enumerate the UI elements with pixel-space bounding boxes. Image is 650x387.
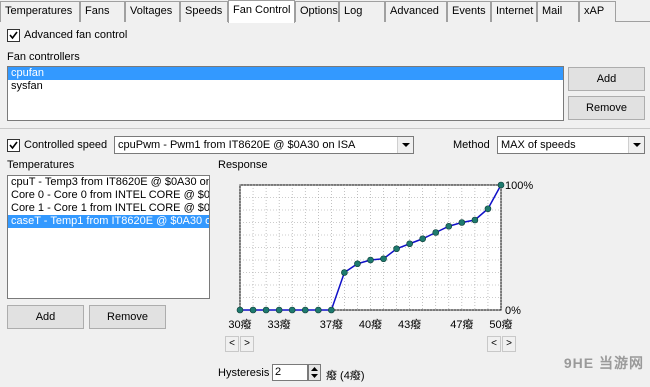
- list-item[interactable]: sysfan: [8, 80, 563, 93]
- fan-controllers-label: Fan controllers: [7, 51, 80, 63]
- x-tick-label: 33癈: [268, 317, 291, 331]
- y-tick-label: 0%: [505, 305, 521, 317]
- data-point: [497, 181, 505, 189]
- fan-controllers-list[interactable]: cpufan sysfan: [7, 66, 564, 121]
- remove-fan-controller-button[interactable]: Remove: [568, 96, 645, 120]
- tab-mail[interactable]: Mail: [537, 1, 579, 22]
- chart-scroll-right-button[interactable]: >: [240, 336, 254, 352]
- chevron-left-icon: <: [229, 338, 235, 349]
- data-point: [458, 219, 466, 226]
- data-point: [419, 235, 426, 243]
- chart-scroll-right-button-right[interactable]: >: [502, 336, 516, 352]
- chevron-down-icon[interactable]: [397, 137, 413, 153]
- x-tick-label: 47癈: [450, 317, 473, 331]
- chevron-left-icon: <: [491, 338, 497, 349]
- tab-fan-control[interactable]: Fan Control: [228, 0, 295, 23]
- watermark: 9HE 当游网: [563, 355, 644, 371]
- method-select[interactable]: MAX of speeds: [497, 136, 645, 154]
- controlled-speed-value: cpuPwm - Pwm1 from IT8620E @ $0A30 on IS…: [118, 139, 356, 151]
- list-item[interactable]: Core 1 - Core 1 from INTEL CORE @ $0000: [8, 202, 209, 215]
- spinner-arrows-icon: [311, 367, 318, 378]
- list-item[interactable]: cpufan: [8, 67, 563, 80]
- x-tick-label: 43癈: [398, 317, 421, 331]
- add-temperature-button[interactable]: Add: [7, 305, 84, 329]
- data-point: [445, 222, 453, 230]
- x-tick-label: 50癈: [489, 317, 512, 331]
- list-item[interactable]: caseT - Temp1 from IT8620E @ $0A30 on IS…: [8, 215, 209, 228]
- x-tick-label: 40癈: [359, 317, 382, 331]
- controlled-speed-label: Controlled speed: [24, 139, 108, 151]
- data-point: [315, 306, 322, 314]
- data-point: [262, 306, 270, 314]
- data-point: [393, 245, 400, 253]
- hysteresis-unit: 癈 (4癈): [326, 370, 365, 382]
- x-tick-label: 37癈: [320, 317, 343, 331]
- hysteresis-spinner[interactable]: [308, 364, 321, 381]
- chevron-right-icon: >: [244, 338, 250, 349]
- y-tick-label: 100%: [505, 180, 533, 192]
- separator: [0, 128, 650, 129]
- temperatures-list[interactable]: cpuT - Temp3 from IT8620E @ $0A30 on ISA…: [7, 175, 210, 299]
- chart-scroll-left-button-right[interactable]: <: [487, 336, 501, 352]
- data-point: [432, 229, 440, 236]
- data-point: [484, 205, 492, 213]
- tab-xap[interactable]: xAP: [579, 1, 616, 22]
- chart-scroll-left-button[interactable]: <: [225, 336, 239, 352]
- advanced-fan-control-checkbox[interactable]: [7, 29, 20, 42]
- x-tick-label: 30癈: [228, 317, 251, 331]
- tab-advanced[interactable]: Advanced: [385, 1, 447, 22]
- response-chart[interactable]: 100% 0% 30癈 33癈 37癈 40癈 43癈 47癈 50癈: [218, 170, 548, 340]
- data-point: [301, 306, 309, 314]
- tab-temperatures[interactable]: Temperatures: [0, 1, 80, 22]
- tab-internet[interactable]: Internet: [491, 1, 537, 22]
- chevron-down-icon[interactable]: [628, 137, 644, 153]
- tab-fans[interactable]: Fans: [80, 1, 125, 22]
- data-point: [471, 216, 479, 224]
- list-item[interactable]: Core 0 - Core 0 from INTEL CORE @ $0000: [8, 189, 209, 202]
- tab-log[interactable]: Log: [339, 1, 385, 22]
- hysteresis-label: Hysteresis: [218, 367, 270, 379]
- data-point: [275, 306, 283, 314]
- tab-options[interactable]: Options: [295, 1, 339, 22]
- chevron-right-icon: >: [506, 338, 512, 349]
- check-icon: [9, 141, 18, 150]
- list-item[interactable]: cpuT - Temp3 from IT8620E @ $0A30 on ISA: [8, 176, 209, 189]
- data-point: [328, 306, 335, 314]
- data-point: [406, 240, 413, 248]
- remove-temperature-button[interactable]: Remove: [89, 305, 166, 329]
- tab-voltages[interactable]: Voltages: [125, 1, 180, 22]
- data-point: [249, 306, 257, 314]
- data-point: [380, 255, 387, 263]
- tab-events[interactable]: Events: [447, 1, 491, 22]
- check-icon: [9, 31, 18, 40]
- tab-bar: Temperatures Fans Voltages Speeds Fan Contro…: [0, 0, 650, 23]
- data-point: [367, 256, 374, 264]
- data-point: [236, 306, 244, 314]
- controlled-speed-checkbox[interactable]: [7, 139, 20, 152]
- controlled-speed-select[interactable]: cpuPwm - Pwm1 from IT8620E @ $0A30 on IS…: [114, 136, 414, 154]
- method-value: MAX of speeds: [501, 139, 576, 151]
- hysteresis-value: 2: [275, 366, 282, 378]
- add-fan-controller-button[interactable]: Add: [568, 67, 645, 91]
- hysteresis-input[interactable]: 2: [272, 364, 308, 381]
- method-label: Method: [453, 139, 490, 151]
- data-point: [341, 269, 348, 276]
- data-point: [354, 260, 361, 268]
- temperatures-label: Temperatures: [7, 159, 75, 171]
- data-point: [288, 306, 296, 314]
- tab-speeds[interactable]: Speeds: [180, 1, 228, 22]
- advanced-fan-control-label: Advanced fan control: [24, 29, 128, 41]
